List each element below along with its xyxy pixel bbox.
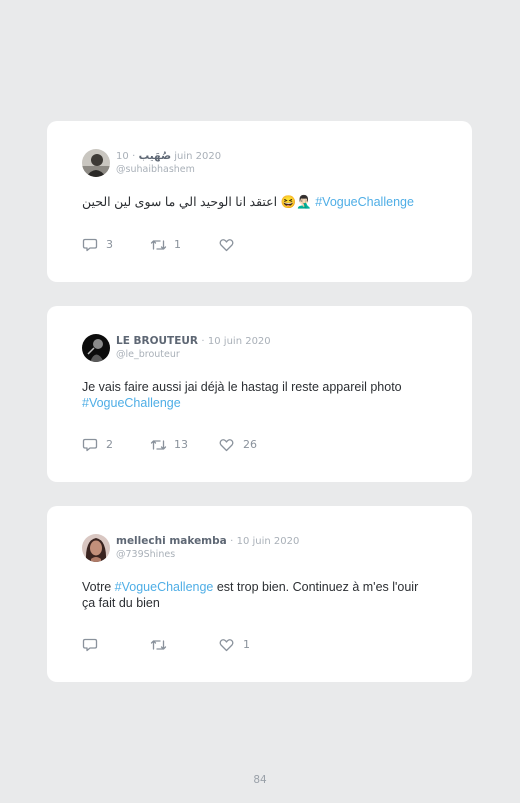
author-handle[interactable]: @suhaibhashem xyxy=(116,163,221,176)
tweet-meta: LE BROUTEUR · 10 juin 2020 @le_brouteur xyxy=(116,335,271,361)
retweet-icon xyxy=(150,640,167,650)
separator: · xyxy=(132,151,136,162)
author-handle[interactable]: @le_brouteur xyxy=(116,348,271,361)
retweet-count: 13 xyxy=(174,438,188,451)
separator: · xyxy=(230,536,234,547)
like-count: 1 xyxy=(243,638,250,651)
like-icon xyxy=(219,639,234,652)
like-icon xyxy=(219,439,234,452)
like-icon xyxy=(219,239,234,252)
tweet-date[interactable]: 10 juin 2020 xyxy=(237,536,300,547)
tweet-text-body: اعتقد انا الوحيد الي ما سوى لين الحين 😆🤦… xyxy=(82,195,312,209)
tweet-text: Votre #VogueChallenge est trop bien. Con… xyxy=(82,580,422,611)
tweet-card: LE BROUTEUR · 10 juin 2020 @le_brouteur … xyxy=(47,306,472,482)
like-count: 26 xyxy=(243,438,257,451)
reply-count: 3 xyxy=(106,238,113,251)
author-name[interactable]: صُهَيب xyxy=(139,150,171,162)
hashtag-link[interactable]: #VogueChallenge xyxy=(315,195,414,209)
reply-count: 2 xyxy=(106,438,113,451)
separator: · xyxy=(201,336,205,347)
avatar[interactable] xyxy=(82,149,110,177)
author-name[interactable]: mellechi makemba xyxy=(116,535,227,547)
tweet-card: mellechi makemba · 10 juin 2020 @739Shin… xyxy=(47,506,472,682)
retweet-icon xyxy=(150,440,167,450)
tweet-meta: mellechi makemba · 10 juin 2020 @739Shin… xyxy=(116,535,299,561)
page-number: 84 xyxy=(253,774,267,786)
tweet-card: صُهَيب · 10 juin 2020 @suhaibhashem اعتق… xyxy=(47,121,472,282)
retweet-count: 1 xyxy=(174,238,181,251)
tweet-text: اعتقد انا الوحيد الي ما سوى لين الحين 😆🤦… xyxy=(82,195,442,211)
author-handle[interactable]: @739Shines xyxy=(116,548,299,561)
reply-icon xyxy=(82,438,98,452)
retweet-icon xyxy=(150,240,167,250)
reply-icon xyxy=(82,638,98,652)
tweet-date[interactable]: 10 juin 2020 xyxy=(208,336,271,347)
hashtag-link[interactable]: #VogueChallenge xyxy=(82,396,181,410)
tweet-text-body: Je vais faire aussi jai déjà le hastag i… xyxy=(82,380,402,394)
tweet-text-body: Votre xyxy=(82,580,115,594)
avatar[interactable] xyxy=(82,334,110,362)
tweet-meta: صُهَيب · 10 juin 2020 @suhaibhashem xyxy=(116,150,221,176)
hashtag-link[interactable]: #VogueChallenge xyxy=(115,580,214,594)
avatar[interactable] xyxy=(82,534,110,562)
author-name[interactable]: LE BROUTEUR xyxy=(116,335,198,347)
reply-icon xyxy=(82,238,98,252)
tweet-text: Je vais faire aussi jai déjà le hastag i… xyxy=(82,380,442,411)
